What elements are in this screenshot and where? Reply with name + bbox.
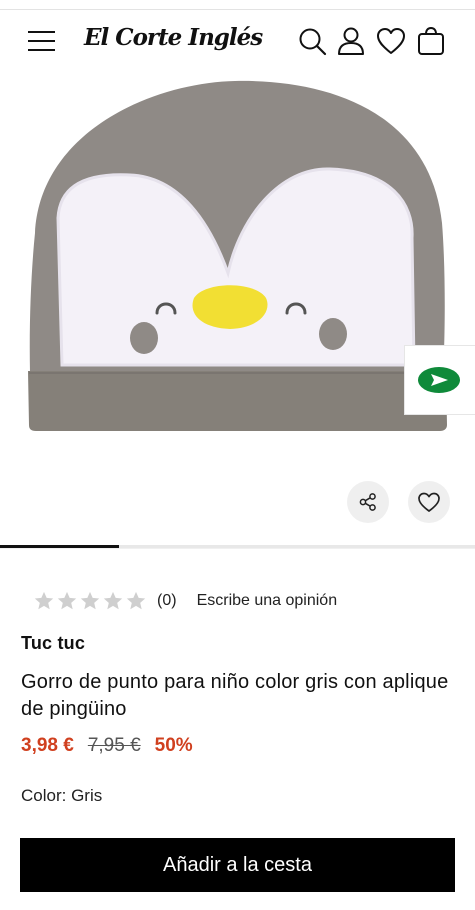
add-to-cart-button[interactable]: Añadir a la cesta xyxy=(20,838,455,892)
write-review-link[interactable]: Escribe una opinión xyxy=(197,592,338,610)
share-button[interactable] xyxy=(347,481,389,523)
star-icon xyxy=(34,591,54,610)
rating-count: (0) xyxy=(157,592,177,609)
heart-icon[interactable] xyxy=(375,25,407,57)
wishlist-button[interactable] xyxy=(408,481,450,523)
product-title: Gorro de punto para niño color gris con … xyxy=(21,671,449,720)
product-gallery[interactable] xyxy=(0,73,475,545)
discount-badge: 50% xyxy=(154,735,193,756)
product-brand[interactable]: Tuc tuc xyxy=(21,633,85,654)
star-icon xyxy=(57,591,77,610)
status-strip xyxy=(0,0,475,10)
bag-icon[interactable] xyxy=(415,25,447,57)
wishlist-icon xyxy=(418,492,440,512)
star-icon xyxy=(80,591,100,610)
product-image xyxy=(28,80,447,431)
share-icon xyxy=(359,493,376,511)
original-price: 7,95 € xyxy=(87,735,141,756)
menu-icon[interactable] xyxy=(28,29,58,53)
site-header: El Corte Inglés xyxy=(0,11,475,73)
chat-arrow-icon xyxy=(418,367,460,393)
user-icon[interactable] xyxy=(335,25,367,57)
logo[interactable]: El Corte Inglés xyxy=(84,24,263,51)
star-icon xyxy=(103,591,123,610)
sale-price: 3,98 € xyxy=(21,735,74,756)
price-row: 3,98 € 7,95 € 50% xyxy=(21,735,193,757)
star-icon xyxy=(126,591,146,610)
rating-row: (0) Escribe una opinión xyxy=(33,588,337,614)
color-label: Color: Gris xyxy=(21,786,103,805)
search-icon[interactable] xyxy=(296,25,328,57)
rating-stars[interactable] xyxy=(33,590,147,612)
divider xyxy=(0,548,475,549)
chat-button[interactable] xyxy=(404,345,475,415)
